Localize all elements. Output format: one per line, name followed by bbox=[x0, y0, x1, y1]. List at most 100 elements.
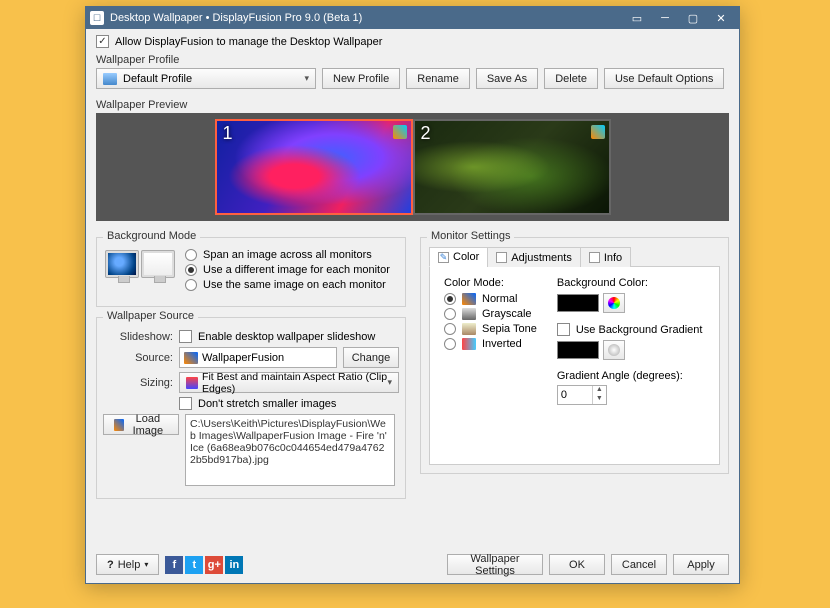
close-button[interactable]: ✕ bbox=[707, 7, 735, 29]
bg-color-label: Background Color: bbox=[557, 277, 703, 289]
ok-button[interactable]: OK bbox=[549, 554, 605, 575]
source-value: WallpaperFusion bbox=[202, 352, 284, 364]
bg-color-picker-button[interactable] bbox=[603, 293, 625, 313]
mode-grayscale-label: Grayscale bbox=[482, 308, 532, 320]
tab-color[interactable]: ✎Color bbox=[429, 247, 488, 267]
monitor-1-number: 1 bbox=[223, 123, 233, 144]
window-title: Desktop Wallpaper • DisplayFusion Pro 9.… bbox=[110, 12, 623, 24]
facebook-icon[interactable]: f bbox=[165, 556, 183, 574]
source-value-box: WallpaperFusion bbox=[179, 347, 337, 368]
mode-grayscale-icon bbox=[462, 308, 476, 320]
googleplus-icon[interactable]: g+ bbox=[205, 556, 223, 574]
mode-sepia-icon bbox=[462, 323, 476, 335]
radio-same[interactable] bbox=[185, 279, 197, 291]
monitor-1-badge-icon bbox=[393, 125, 407, 139]
radio-grayscale[interactable] bbox=[444, 308, 456, 320]
tab-color-panel: Color Mode: Normal Grayscale Sepia Tone … bbox=[429, 267, 720, 465]
mode-sepia-label: Sepia Tone bbox=[482, 323, 537, 335]
mode-inverted-icon bbox=[462, 338, 476, 350]
grey-circle-icon bbox=[608, 344, 620, 356]
preview-monitor-1[interactable]: 1 bbox=[215, 119, 413, 215]
gradient-color-swatch[interactable] bbox=[557, 341, 599, 359]
help-icon: ? bbox=[107, 559, 114, 571]
bgmode-legend: Background Mode bbox=[103, 230, 200, 242]
profile-dropdown[interactable]: Default Profile ▾ bbox=[96, 68, 316, 89]
image-path-textarea[interactable]: C:\Users\Keith\Pictures\DisplayFusion\We… bbox=[185, 414, 395, 486]
right-column: Monitor Settings ✎Color Adjustments Info… bbox=[420, 227, 729, 499]
apply-button[interactable]: Apply bbox=[673, 554, 729, 575]
preview-label: Wallpaper Preview bbox=[96, 99, 729, 111]
left-column: Background Mode Span an image across all… bbox=[96, 227, 406, 499]
help-button[interactable]: ? Help ▾ bbox=[96, 554, 159, 575]
rename-button[interactable]: Rename bbox=[406, 68, 470, 89]
minimize-button[interactable]: ─ bbox=[651, 7, 679, 29]
options-icon[interactable]: ▭ bbox=[623, 7, 651, 29]
dont-stretch-checkbox[interactable] bbox=[179, 397, 192, 410]
app-icon: ☐ bbox=[90, 11, 104, 25]
use-gradient-checkbox[interactable] bbox=[557, 323, 570, 336]
new-profile-button[interactable]: New Profile bbox=[322, 68, 400, 89]
tab-adjustments[interactable]: Adjustments bbox=[487, 247, 581, 267]
dont-stretch-label: Don't stretch smaller images bbox=[198, 398, 336, 410]
sizing-icon bbox=[186, 377, 198, 389]
slideshow-label: Slideshow: bbox=[103, 331, 173, 343]
footer: ? Help ▾ f t g+ in Wallpaper Settings OK… bbox=[96, 554, 729, 575]
chevron-down-icon: ▾ bbox=[304, 73, 309, 84]
slideshow-checkbox[interactable] bbox=[179, 330, 192, 343]
sizing-value: Fit Best and maintain Aspect Ratio (Clip… bbox=[202, 371, 392, 395]
source-field-label: Source: bbox=[103, 352, 173, 364]
radio-sepia[interactable] bbox=[444, 323, 456, 335]
color-wheel-icon bbox=[608, 297, 620, 309]
maximize-button[interactable]: ▢ bbox=[679, 7, 707, 29]
twitter-icon[interactable]: t bbox=[185, 556, 203, 574]
radio-different[interactable] bbox=[185, 264, 197, 276]
radio-normal[interactable] bbox=[444, 293, 456, 305]
color-mode-label: Color Mode: bbox=[444, 277, 537, 289]
mode-normal-label: Normal bbox=[482, 293, 517, 305]
content: Allow DisplayFusion to manage the Deskto… bbox=[86, 29, 739, 507]
radio-same-label: Use the same image on each monitor bbox=[203, 279, 386, 291]
save-as-button[interactable]: Save As bbox=[476, 68, 538, 89]
load-image-icon bbox=[114, 419, 124, 431]
allow-manage-label: Allow DisplayFusion to manage the Deskto… bbox=[115, 36, 382, 48]
use-gradient-label: Use Background Gradient bbox=[576, 324, 703, 336]
delete-button[interactable]: Delete bbox=[544, 68, 598, 89]
linkedin-icon[interactable]: in bbox=[225, 556, 243, 574]
allow-manage-checkbox[interactable] bbox=[96, 35, 109, 48]
gradient-angle-label: Gradient Angle (degrees): bbox=[557, 370, 703, 382]
social-links: f t g+ in bbox=[165, 556, 243, 574]
change-source-button[interactable]: Change bbox=[343, 347, 399, 368]
sizing-label: Sizing: bbox=[103, 377, 173, 389]
spin-down[interactable]: ▼ bbox=[593, 395, 606, 404]
tab-info[interactable]: Info bbox=[580, 247, 631, 267]
mode-normal-icon bbox=[462, 293, 476, 305]
monitor-2-badge-icon bbox=[591, 125, 605, 139]
profile-selected: Default Profile bbox=[123, 73, 192, 85]
monitor-settings-tabs: ✎Color Adjustments Info bbox=[429, 246, 720, 267]
cancel-button[interactable]: Cancel bbox=[611, 554, 667, 575]
load-image-button[interactable]: Load Image bbox=[103, 414, 179, 435]
source-icon bbox=[184, 352, 198, 364]
gradient-color-picker-button[interactable] bbox=[603, 340, 625, 360]
use-default-options-button[interactable]: Use Default Options bbox=[604, 68, 724, 89]
radio-inverted[interactable] bbox=[444, 338, 456, 350]
app-window: ☐ Desktop Wallpaper • DisplayFusion Pro … bbox=[85, 6, 740, 584]
preview-monitor-2[interactable]: 2 bbox=[413, 119, 611, 215]
chevron-down-icon: ▾ bbox=[144, 560, 148, 569]
chevron-down-icon: ▾ bbox=[387, 377, 392, 388]
profile-label: Wallpaper Profile bbox=[96, 54, 729, 66]
spin-up[interactable]: ▲ bbox=[593, 386, 606, 395]
source-legend: Wallpaper Source bbox=[103, 310, 198, 322]
radio-span[interactable] bbox=[185, 249, 197, 261]
titlebar: ☐ Desktop Wallpaper • DisplayFusion Pro … bbox=[86, 7, 739, 29]
radio-different-label: Use a different image for each monitor bbox=[203, 264, 390, 276]
mode-inverted-label: Inverted bbox=[482, 338, 522, 350]
radio-span-label: Span an image across all monitors bbox=[203, 249, 372, 261]
bgmode-illustration bbox=[105, 250, 175, 278]
sizing-dropdown[interactable]: Fit Best and maintain Aspect Ratio (Clip… bbox=[179, 372, 399, 393]
wallpaper-settings-button[interactable]: Wallpaper Settings bbox=[447, 554, 543, 575]
bg-color-swatch[interactable] bbox=[557, 294, 599, 312]
gradient-angle-input[interactable] bbox=[558, 389, 592, 401]
gradient-angle-spinner[interactable]: ▲▼ bbox=[557, 385, 607, 405]
monitor-settings-legend: Monitor Settings bbox=[427, 230, 514, 242]
